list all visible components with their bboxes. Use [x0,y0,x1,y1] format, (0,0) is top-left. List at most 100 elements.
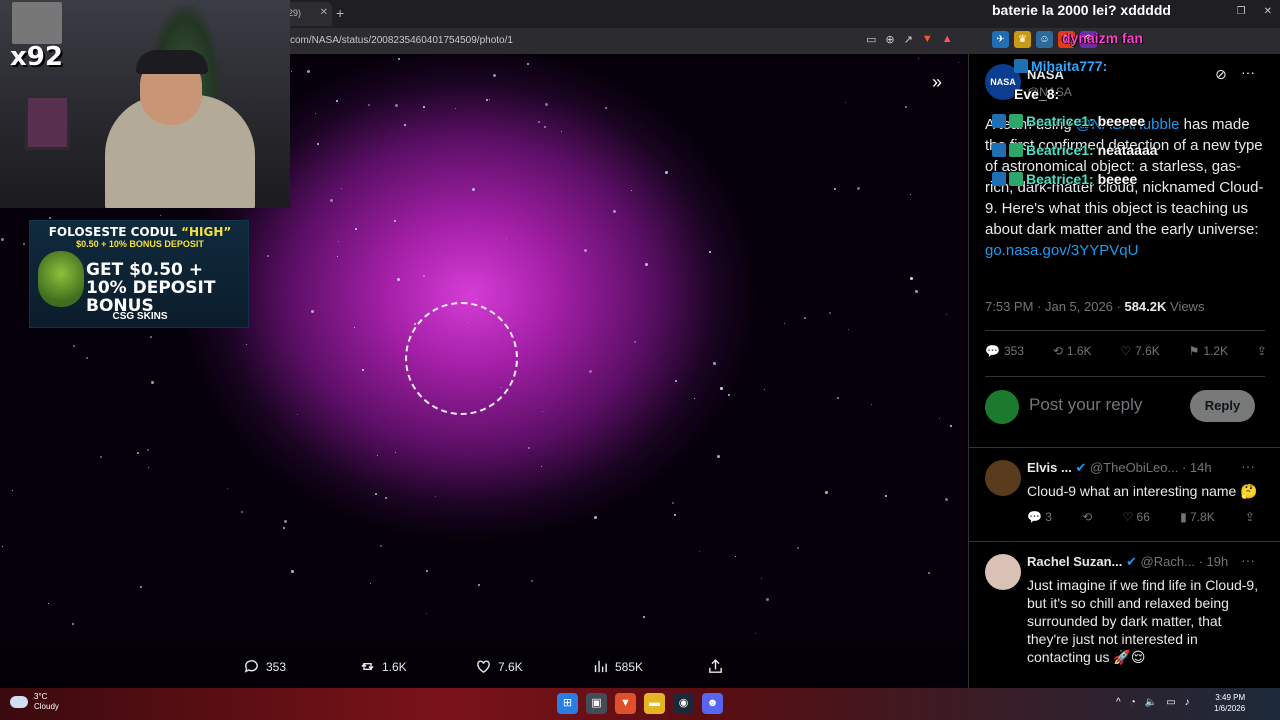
star [337,256,338,257]
more-options-icon[interactable]: ··· [1241,64,1255,80]
chat-message: dynaizm fan [1062,30,1143,46]
task-view-icon[interactable]: ▣ [586,693,607,714]
repost-button[interactable]: 1.6K [359,658,407,675]
network-icon[interactable]: ◔ [1130,697,1136,708]
tweet-time[interactable]: 7:53 PM · Jan 5, 2026 · [985,299,1124,314]
ad-headline: GET $0.50 + 10% DEPOSIT BONUS [86,260,216,316]
volume-icon[interactable]: 🔈 [1145,697,1157,708]
reply-views-button[interactable]: ▮ 7.8K [1180,510,1215,524]
reply-share-button[interactable]: ⇪ [1245,510,1255,524]
expand-panel-icon[interactable]: » [932,72,942,93]
chat-user: Beatrice1: [1026,142,1094,158]
verified-icon: ✔ [1075,460,1087,475]
star [291,570,294,573]
star [605,107,607,109]
cloud-icon [10,696,28,708]
star [804,317,806,319]
share-icon[interactable]: ↗ [904,33,913,46]
file-explorer-icon[interactable]: ▬ [644,693,665,714]
reply-input[interactable]: Post your reply [1029,395,1142,415]
star [317,143,319,145]
stream-title: baterie la 2000 lei? xddddd [992,2,1171,18]
star [395,452,396,453]
star [845,102,846,103]
system-clock[interactable]: 3:49 PM 1/6/2026 [1214,692,1245,714]
brave-rewards-icon[interactable]: ▲ [942,33,953,46]
extension-icon[interactable]: ☺ [1036,31,1053,48]
weather-widget[interactable]: 3°C Cloudy [10,692,59,712]
speaker-icon[interactable]: ♪ [1185,697,1190,708]
star [48,603,49,604]
tweet-bookmark-button[interactable]: ⚑ 1.2K [1189,344,1228,358]
more-options-icon[interactable]: ··· [1241,458,1255,474]
reply-avatar[interactable] [985,460,1021,496]
reply-handle[interactable]: @TheObiLeo... [1090,460,1178,475]
brave-browser-icon[interactable]: ▼ [615,693,636,714]
chat-badge-icon [1009,143,1023,157]
star [915,290,918,293]
star [426,613,427,614]
steam-icon[interactable]: ◉ [673,693,694,714]
star [307,70,310,73]
reply-time[interactable]: · 14h [1182,460,1212,475]
reply-time[interactable]: · 19h [1199,554,1229,569]
tweet-repost-count: 1.6K [1066,344,1092,358]
star [589,370,592,373]
sponsor-banner: FOLOSESTE CODUL “HIGH” $0.50 + 10% BONUS… [29,220,249,328]
star [675,380,677,382]
grok-icon[interactable]: ⊘ [1215,66,1227,83]
zoom-icon[interactable]: ⊕ [885,33,894,46]
tweet-like-button[interactable]: ♡ 7.6K [1120,344,1159,358]
share-button[interactable] [707,658,724,675]
extension-icon[interactable]: ✈ [992,31,1009,48]
crown-icon[interactable]: ♛ [1014,31,1031,48]
star [674,514,676,516]
reply-avatar[interactable] [985,554,1021,590]
reply-author[interactable]: Elvis ... [1027,460,1072,475]
chat-user: Eve_8: [1014,86,1060,102]
user-avatar[interactable] [985,390,1019,424]
close-tab-icon[interactable]: ✕ [320,7,328,18]
reply-like-button[interactable]: ♡ 66 [1122,510,1149,524]
close-window-button[interactable]: ✕ [1264,6,1272,17]
like-button[interactable]: 7.6K [475,658,523,675]
star [728,394,730,396]
tray-overflow-icon[interactable]: ^ [1116,697,1121,708]
restore-window-button[interactable]: ❐ [1237,6,1246,17]
star [385,497,387,499]
discord-icon[interactable]: ☻ [702,693,723,714]
tweet-repost-button[interactable]: ⟲ 1.6K [1053,344,1092,358]
star [918,58,919,59]
weather-text: 3°C Cloudy [34,692,59,712]
reply-submit-button[interactable]: Reply [1190,390,1255,422]
views-label: Views [1166,299,1205,314]
star [837,397,839,399]
reply-button[interactable]: 353 [243,658,286,675]
tweet-share-button[interactable]: ⇪ [1257,344,1267,358]
star [528,447,530,449]
tweet-link[interactable]: go.nasa.gov/3YYPVqU [985,242,1138,259]
tweet-reply-button[interactable]: 💬 353 [985,344,1024,358]
more-options-icon[interactable]: ··· [1241,552,1255,568]
star [958,62,959,63]
reply-reply-button[interactable]: 💬 3 [1027,510,1052,524]
brave-shield-icon[interactable]: ▼ [922,33,933,46]
new-tab-button[interactable]: + [336,5,344,21]
verified-icon: ✔ [1126,554,1137,569]
reply-handle[interactable]: @Rach... [1141,554,1195,569]
start-menu-icon[interactable]: ⊞ [557,693,578,714]
like-count: 7.6K [498,659,523,674]
views-icon [594,660,607,673]
views-button[interactable]: 585K [592,658,643,675]
star [717,455,720,458]
display-icon[interactable]: ▭ [1166,697,1175,708]
reader-mode-icon[interactable]: ▭ [866,33,876,46]
reply-author[interactable]: Rachel Suzan... [1027,554,1122,569]
url-field[interactable]: com/NASA/status/2008235460401754509/phot… [290,35,513,46]
reply-icon: 💬 [985,344,1000,358]
star [227,488,228,489]
reply-repost-button[interactable]: ⟲ [1082,510,1092,524]
chat-message: Beatrice1: beeeee [992,113,1145,129]
star [643,616,645,618]
star [634,341,636,343]
